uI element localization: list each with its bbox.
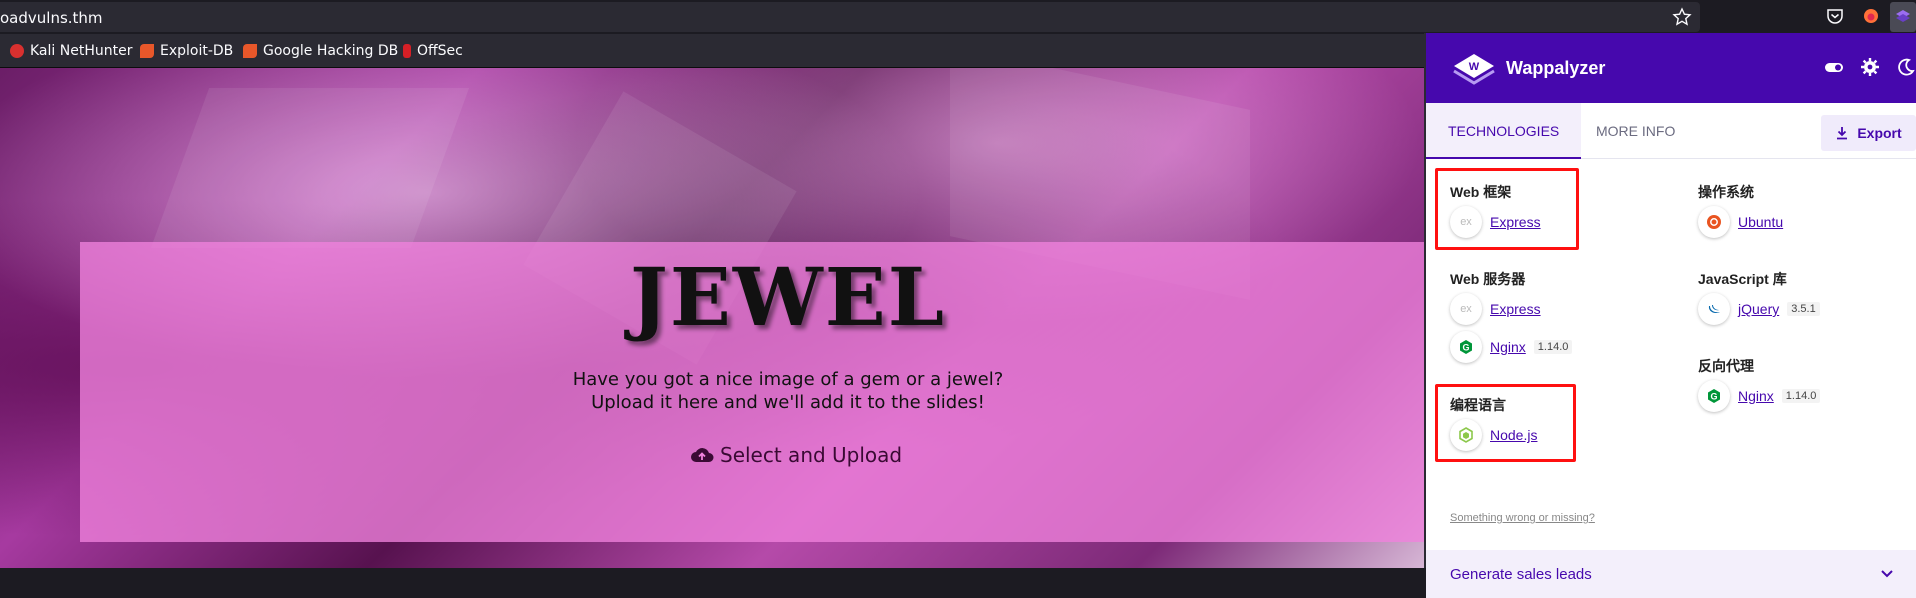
category-os: 操作系统 <box>1698 184 1754 200</box>
tech-name[interactable]: Express <box>1490 301 1541 317</box>
select-and-upload-button[interactable]: Select and Upload <box>690 443 902 467</box>
highlight-box <box>1435 168 1579 250</box>
intro-text: Have you got a nice image of a gem or a … <box>0 368 1576 414</box>
nginx-icon: G <box>1450 331 1482 363</box>
tech-name[interactable]: Nginx <box>1490 339 1526 355</box>
pocket-icon[interactable] <box>1826 7 1844 25</box>
tech-name[interactable]: Nginx <box>1738 388 1774 404</box>
wappalyzer-header: W Wappalyzer <box>1426 33 1916 103</box>
jquery-icon <box>1698 293 1730 325</box>
express-icon: ex <box>1450 293 1482 325</box>
cloud-upload-icon <box>691 448 714 462</box>
upload-label: Select and Upload <box>720 443 903 467</box>
bookmark-label: Google Hacking DB <box>263 43 399 59</box>
ubuntu-icon <box>1698 206 1730 238</box>
tech-express-server[interactable]: ex Express <box>1450 293 1541 325</box>
tech-version: 1.14.0 <box>1533 340 1573 354</box>
background-facet <box>150 88 470 248</box>
url-field[interactable]: oadvulns.thm <box>0 2 1700 32</box>
tech-nginx-server[interactable]: G Nginx 1.14.0 <box>1450 331 1573 363</box>
highlight-box <box>1435 384 1576 462</box>
download-icon <box>1837 127 1848 140</box>
tab-technologies[interactable]: TECHNOLOGIES <box>1426 103 1582 159</box>
export-label: Export <box>1857 125 1902 141</box>
feedback-link[interactable]: Something wrong or missing? <box>1450 512 1595 524</box>
wappalyzer-small-icon <box>1896 10 1910 22</box>
browser-toolbar: oadvulns.thm <box>0 0 1916 34</box>
bookmark-google-hacking-db[interactable]: Google Hacking DB <box>243 43 398 59</box>
category-web-server: Web 服务器 <box>1450 271 1526 287</box>
intro-line-1: Have you got a nice image of a gem or a … <box>572 369 1004 390</box>
wappalyzer-brand: Wappalyzer <box>1506 57 1606 78</box>
svg-text:W: W <box>1469 61 1480 73</box>
tech-name[interactable]: Ubuntu <box>1738 214 1783 230</box>
svg-text:G: G <box>1462 343 1469 353</box>
tech-name[interactable]: jQuery <box>1738 301 1779 317</box>
page-title: JEWEL <box>630 250 946 344</box>
bookmark-label: Exploit-DB <box>160 43 234 59</box>
nginx-icon: G <box>1698 380 1730 412</box>
tech-version: 1.14.0 <box>1781 389 1821 403</box>
category-reverse-proxy: 反向代理 <box>1698 358 1754 374</box>
chevron-down-icon <box>1881 570 1893 578</box>
tech-ubuntu[interactable]: Ubuntu <box>1698 206 1783 238</box>
settings-gear-icon[interactable] <box>1860 57 1880 77</box>
offsec-icon <box>403 44 411 58</box>
wappalyzer-logo-icon: W <box>1453 54 1495 85</box>
wappalyzer-panel: W Wappalyzer TECHNOLOGIES MORE INFO Expo… <box>1424 33 1916 598</box>
tech-version: 3.5.1 <box>1787 302 1820 316</box>
category-js-library: JavaScript 库 <box>1698 271 1787 287</box>
url-text: oadvulns.thm <box>0 9 103 27</box>
bookmark-star-icon[interactable] <box>1672 7 1692 27</box>
bookmark-exploit-db[interactable]: Exploit-DB <box>140 43 233 59</box>
tech-jquery[interactable]: jQuery 3.5.1 <box>1698 293 1820 325</box>
svg-text:G: G <box>1710 392 1717 402</box>
wappalyzer-extension-button[interactable] <box>1890 2 1916 32</box>
kali-nethunter-icon <box>10 44 24 58</box>
dark-mode-moon-icon[interactable] <box>1896 57 1916 77</box>
bookmark-label: Kali NetHunter <box>30 43 133 59</box>
tech-nginx-proxy[interactable]: G Nginx 1.14.0 <box>1698 380 1821 412</box>
bookmark-label: OffSec <box>417 43 463 59</box>
intro-line-2: Upload it here and we'll add it to the s… <box>591 392 985 413</box>
exploit-db-icon <box>140 44 154 58</box>
leads-label: Generate sales leads <box>1450 565 1592 583</box>
toggle-icon[interactable] <box>1824 57 1844 77</box>
tab-more-info[interactable]: MORE INFO <box>1574 103 1697 159</box>
bookmark-offsec[interactable]: OffSec <box>403 43 463 59</box>
generate-sales-leads-bar[interactable]: Generate sales leads <box>1426 550 1916 598</box>
google-hacking-db-icon <box>243 44 257 58</box>
firefox-extension-icon[interactable] <box>1862 7 1880 25</box>
export-button[interactable]: Export <box>1821 115 1916 151</box>
bookmark-kali-nethunter[interactable]: Kali NetHunter <box>10 43 132 59</box>
